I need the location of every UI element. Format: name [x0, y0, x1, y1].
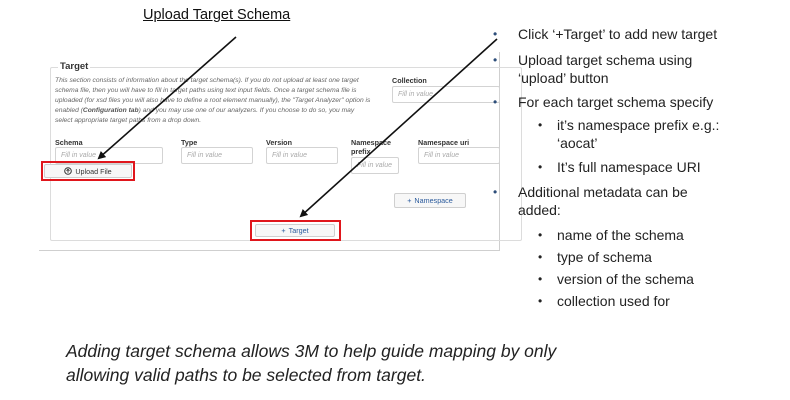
- sub-bullet-item: • it’s namespace prefix e.g.:: [538, 117, 720, 133]
- sub-bullet-item: • type of schema: [538, 249, 652, 265]
- arrow-to-target: [299, 38, 498, 218]
- sub-bullet-item-continuation: ‘aocat’: [557, 135, 598, 151]
- caption-line: Adding target schema allows 3M to help g…: [66, 341, 557, 361]
- sub-bullet-item: • name of the schema: [538, 227, 684, 243]
- slide-caption: Adding target schema allows 3M to help g…: [66, 339, 746, 387]
- caption-line: allowing valid paths to be selected from…: [66, 365, 426, 385]
- arrow-to-upload: [97, 36, 237, 160]
- sub-bullet-item: • collection used for: [538, 293, 670, 309]
- sub-bullet-item: • version of the schema: [538, 271, 694, 287]
- bullet-item: • Additional metadata can be: [493, 184, 688, 200]
- bullet-item: • For each target schema specify: [493, 94, 714, 110]
- bullet-item: • Upload target schema using: [493, 52, 693, 68]
- bullet-item: • Click ‘+Target’ to add new target: [493, 26, 718, 42]
- bullet-item-continuation: added:: [518, 202, 561, 218]
- sub-bullet-item: • It’s full namespace URI: [538, 159, 701, 175]
- bullet-item-continuation: ‘upload’ button: [518, 70, 609, 86]
